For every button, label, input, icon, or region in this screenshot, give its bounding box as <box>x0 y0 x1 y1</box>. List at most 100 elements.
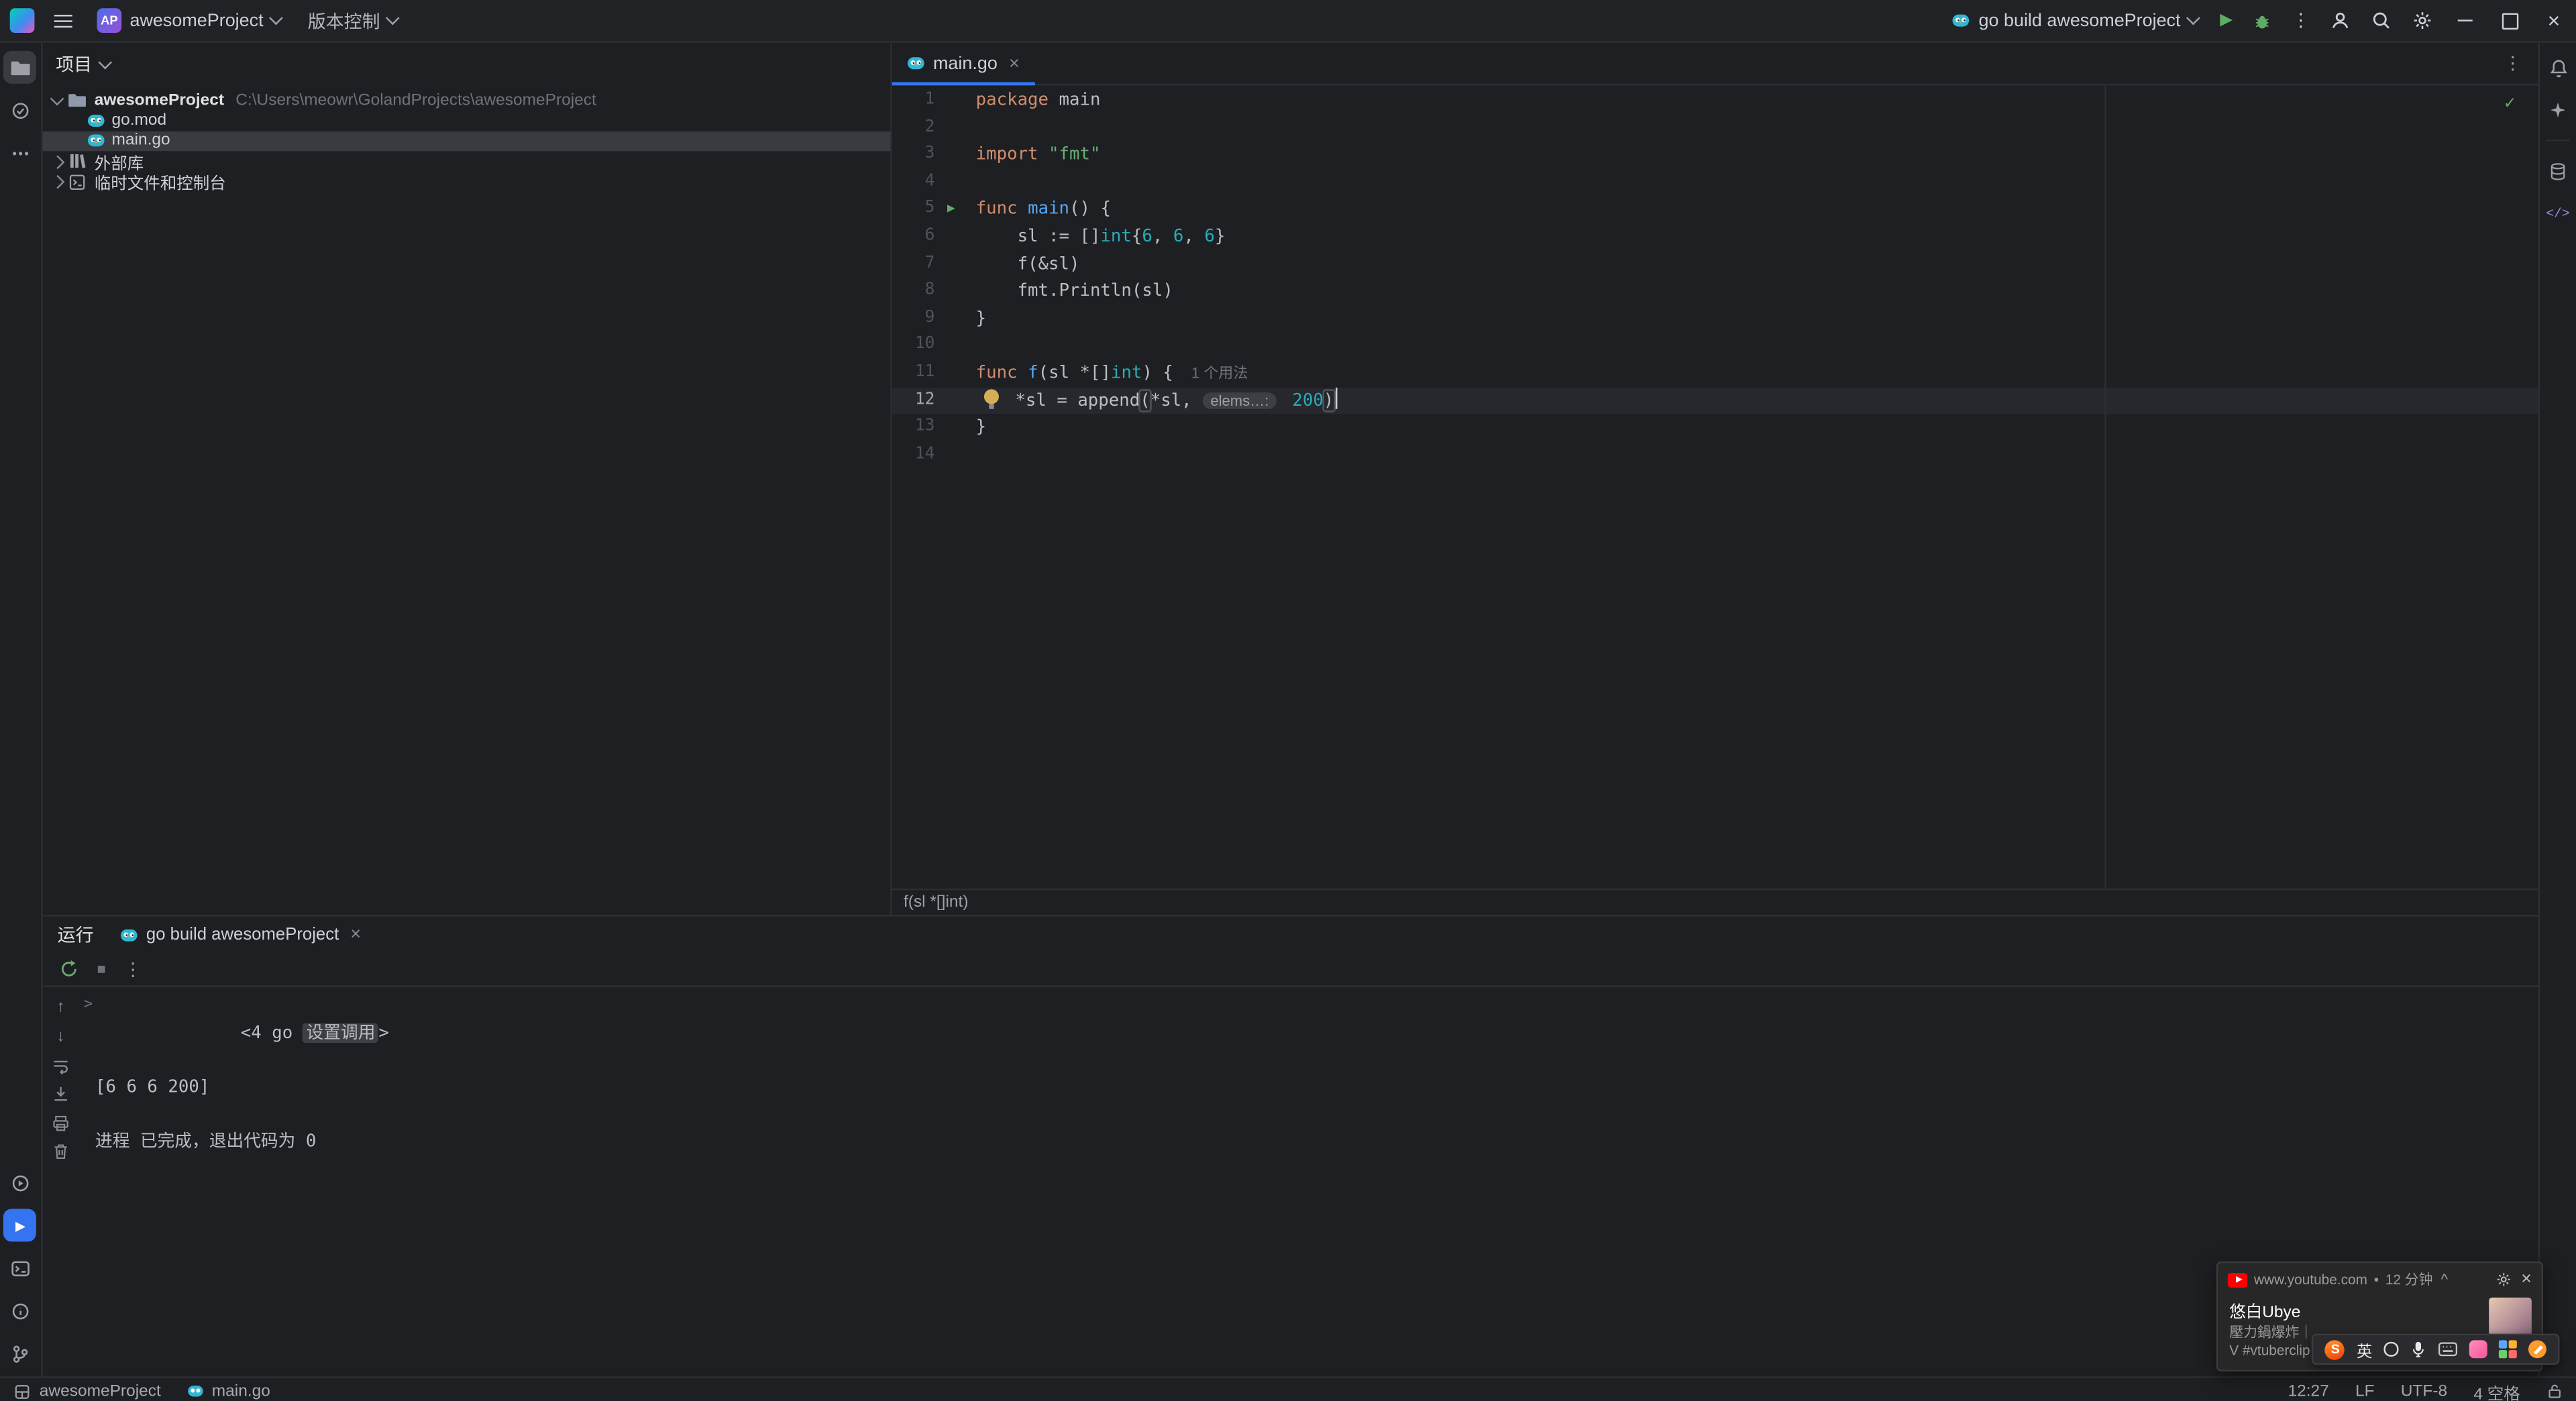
hamburger-icon <box>54 13 72 28</box>
clear-console-button[interactable] <box>49 1141 72 1162</box>
run-configuration-selector[interactable]: go build awesomeProject <box>1941 3 2210 38</box>
console-toolbar: ↑ ↓ <box>43 987 79 1376</box>
right-margin-guide <box>2104 85 2106 889</box>
scroll-up-button[interactable]: ↑ <box>49 997 72 1019</box>
vcs-widget[interactable]: 版本控制 <box>297 3 410 38</box>
sogou-logo-icon[interactable]: S <box>2325 1339 2345 1359</box>
notifications-button[interactable] <box>2542 51 2575 84</box>
more-actions-button[interactable]: ⋮ <box>2282 3 2320 38</box>
breadcrumb-item[interactable]: f(sl *[]int) <box>904 893 969 911</box>
services-toolwindow-button[interactable] <box>4 1166 37 1199</box>
code-with-me-button[interactable] <box>2320 3 2361 38</box>
chevron-collapsed-icon[interactable] <box>50 155 64 168</box>
code-line-4[interactable]: 4 <box>892 169 2538 197</box>
tree-item-maingo[interactable]: main.go <box>42 131 891 152</box>
code-line-9[interactable]: 9} <box>892 305 2538 333</box>
run-button[interactable]: ▶ <box>2210 3 2243 38</box>
tree-item-external-libraries[interactable]: 外部库 <box>43 152 891 172</box>
close-window-button[interactable]: × <box>2532 0 2576 41</box>
tree-item-scratches[interactable]: 临时文件和控制台 <box>43 172 891 192</box>
statusbar-project[interactable]: awesomeProject <box>13 1382 161 1400</box>
console-line-setup: > <4 go 设置调用 > <box>79 992 2538 1074</box>
code-line-6[interactable]: 6 sl := []int{6, 6, 6} <box>892 223 2538 251</box>
tree-root-awesomeproject[interactable]: awesomeProject C:\Users\meowr\GolandProj… <box>43 91 891 111</box>
notification-settings-icon[interactable] <box>2495 1272 2511 1288</box>
close-tab-icon[interactable]: × <box>1009 54 1020 73</box>
scroll-to-end-button[interactable] <box>49 1083 72 1105</box>
code-line-14[interactable]: 14 <box>892 441 2538 469</box>
ime-language-mode[interactable]: 英 <box>2357 1338 2372 1361</box>
editor-tabbar: main.go × ⋮ <box>892 43 2538 86</box>
code-line-8[interactable]: 8 fmt.Println(sl) <box>892 278 2538 305</box>
settings-wrench-icon[interactable] <box>2528 1340 2546 1359</box>
cursor-position[interactable]: 12:27 <box>2288 1382 2328 1400</box>
code-line-10[interactable]: 10 <box>892 333 2538 360</box>
maximize-button[interactable] <box>2487 0 2532 41</box>
rerun-button[interactable] <box>59 959 78 978</box>
scroll-down-button[interactable]: ↓ <box>49 1025 72 1047</box>
services-icon <box>12 1174 29 1191</box>
toolbox-icon[interactable] <box>2498 1339 2517 1359</box>
code-line-7[interactable]: 7 f(&sl) <box>892 251 2538 278</box>
folded-setup-calls[interactable]: 设置调用 <box>303 1022 379 1043</box>
code-line-1[interactable]: 1 package main <box>892 87 2538 115</box>
line-number: 2 <box>924 117 935 136</box>
fold-toggle-icon[interactable]: > <box>84 992 93 1019</box>
settings-button[interactable] <box>2402 3 2443 38</box>
line-separator[interactable]: LF <box>2355 1382 2375 1400</box>
chevron-expanded-icon[interactable] <box>50 92 64 105</box>
debug-button[interactable] <box>2243 3 2282 38</box>
print-button[interactable] <box>49 1112 72 1133</box>
write-access-button[interactable] <box>2546 1383 2563 1399</box>
code-line-12[interactable]: 12 *sl = append(*sl, elems…: 200) <box>892 386 2538 414</box>
file-encoding[interactable]: UTF-8 <box>2401 1382 2447 1400</box>
intention-bulb-icon[interactable] <box>976 388 1016 408</box>
problems-toolwindow-button[interactable] <box>4 1294 37 1327</box>
project-panel-header[interactable]: 项目 <box>43 43 891 86</box>
editor-tab-maingo[interactable]: main.go × <box>892 43 1034 86</box>
commit-toolwindow-button[interactable] <box>4 94 37 127</box>
run-console[interactable]: > <4 go 设置调用 > [6 6 6 200] 进程 已完成，退出代码为 0 <box>79 987 2538 1376</box>
chevron-collapsed-icon[interactable] <box>50 175 64 188</box>
endpoints-button[interactable]: </> <box>2542 197 2575 230</box>
more-toolwindows-button[interactable] <box>4 136 37 169</box>
run-tab[interactable]: go build awesomeProject × <box>120 925 361 944</box>
stop-button[interactable]: ■ <box>97 961 105 977</box>
run-toolwindow-button[interactable]: ▶ <box>4 1209 38 1242</box>
editor-options-icon[interactable]: ⋮ <box>2487 52 2538 74</box>
git-toolwindow-button[interactable] <box>4 1337 37 1369</box>
statusbar-file[interactable]: main.go <box>187 1382 270 1400</box>
soft-wrap-button[interactable] <box>49 1054 72 1076</box>
fullwidth-mode-icon[interactable] <box>2383 1342 2398 1357</box>
ai-assistant-button[interactable] <box>2542 94 2575 127</box>
notification-close-icon[interactable]: × <box>2518 1270 2535 1289</box>
collapse-icon[interactable]: ^ <box>2441 1272 2448 1288</box>
voice-input-button[interactable] <box>2409 1340 2425 1358</box>
code-line-2[interactable]: 2 <box>892 114 2538 142</box>
terminal-toolwindow-button[interactable] <box>4 1251 37 1284</box>
commit-icon <box>12 102 29 118</box>
search-everywhere-button[interactable] <box>2361 3 2402 38</box>
code-line-13[interactable]: 13} <box>892 414 2538 441</box>
code-editor[interactable]: ✓ 1 package main 2 3 import "fmt" 4 5 ▶ func mai… <box>892 85 2538 889</box>
skin-icon[interactable] <box>2468 1340 2487 1359</box>
bug-icon <box>2255 15 2269 28</box>
maximize-icon <box>2501 12 2518 29</box>
inspections-ok-icon[interactable]: ✓ <box>2504 92 2515 113</box>
breadcrumbs[interactable]: f(sl *[]int) <box>892 888 2538 915</box>
database-button[interactable] <box>2542 154 2575 187</box>
code-line-5[interactable]: 5 ▶ func main() { <box>892 196 2538 223</box>
tree-item-gomod[interactable]: go.mod <box>43 111 891 131</box>
code-line-3[interactable]: 3 import "fmt" <box>892 142 2538 169</box>
project-selector[interactable]: AP awesomeProject <box>85 3 292 38</box>
main-menu-button[interactable] <box>44 3 82 38</box>
tree-item-label: main.go <box>111 132 170 151</box>
indent-setting[interactable]: 4 空格 <box>2473 1379 2520 1401</box>
close-tab-icon[interactable]: × <box>350 925 361 944</box>
run-toolbar-more-icon[interactable]: ⋮ <box>124 958 142 979</box>
run-gutter-icon[interactable]: ▶ <box>947 196 955 223</box>
virtual-keyboard-button[interactable] <box>2437 1342 2457 1357</box>
minimize-button[interactable] <box>2443 0 2487 41</box>
project-toolwindow-button[interactable] <box>4 50 38 84</box>
code-line-11[interactable]: 11 func f(sl *[]int) {1 个用法 <box>892 359 2538 387</box>
